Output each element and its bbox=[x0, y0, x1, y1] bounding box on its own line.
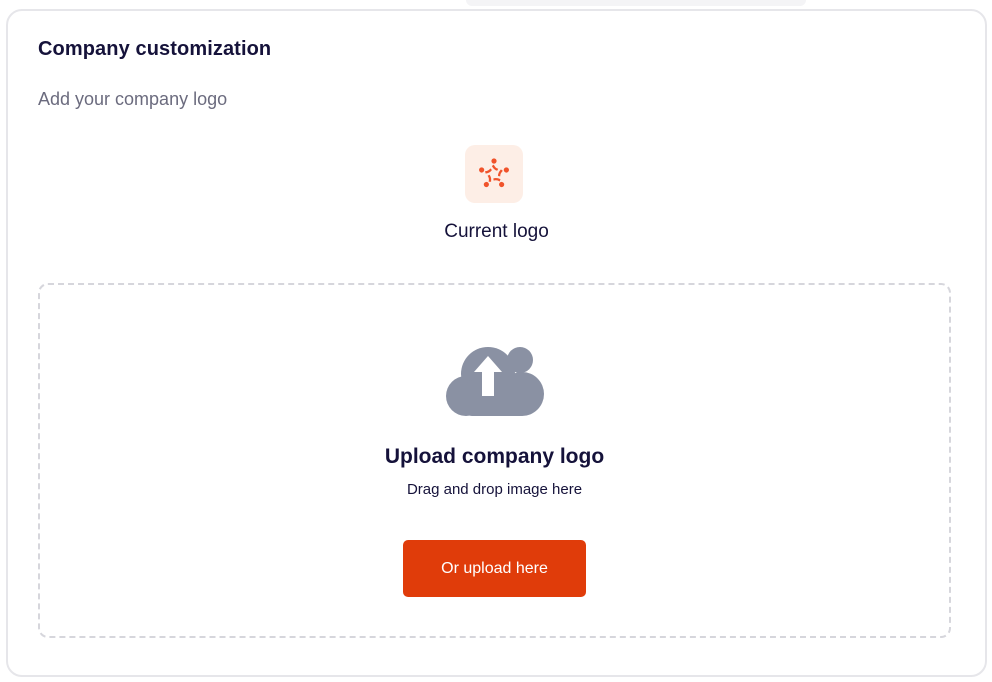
upload-button[interactable]: Or upload here bbox=[403, 540, 586, 597]
current-logo-tile bbox=[465, 145, 523, 203]
company-logo-icon bbox=[479, 158, 509, 188]
upload-title: Upload company logo bbox=[384, 445, 605, 468]
top-tab-edge bbox=[466, 0, 806, 6]
cloud-upload-icon bbox=[446, 347, 544, 416]
card-subtitle: Add your company logo bbox=[38, 89, 228, 109]
company-customization-card: Company customization Add your company l… bbox=[6, 9, 987, 677]
card-title: Company customization bbox=[38, 38, 272, 60]
upload-hint: Drag and drop image here bbox=[406, 481, 583, 498]
current-logo-label: Current logo bbox=[444, 221, 549, 242]
logo-dropzone[interactable]: Upload company logo Drag and drop image … bbox=[38, 283, 951, 638]
